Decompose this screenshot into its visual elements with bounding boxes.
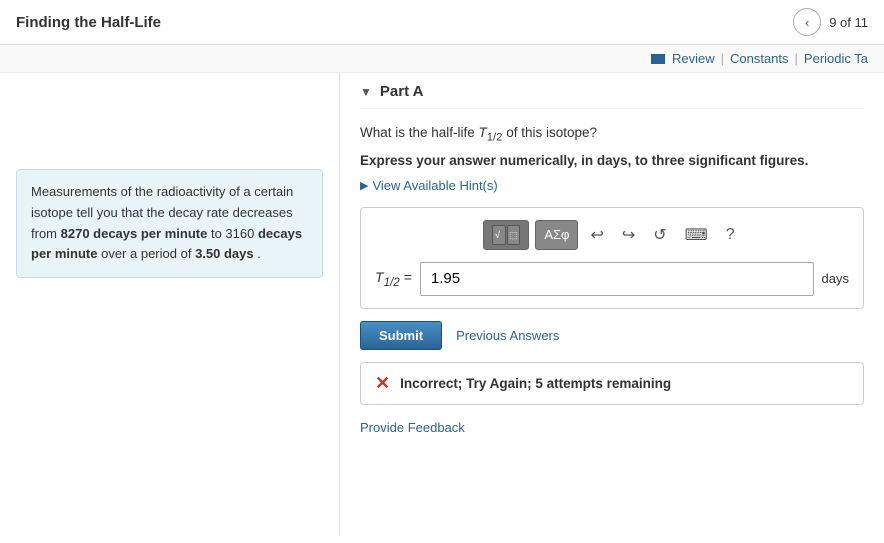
- part-header: ▼ Part A: [360, 73, 864, 109]
- info-bold-3: 3.50 days: [195, 246, 254, 261]
- main-layout: Measurements of the radioactivity of a c…: [0, 73, 884, 536]
- info-box: Measurements of the radioactivity of a c…: [16, 169, 323, 278]
- question-text: What is the half-life T1/2 of this isoto…: [360, 123, 864, 147]
- header-nav: ‹ 9 of 11: [793, 8, 868, 36]
- question-emphasis: Express your answer numerically, in days…: [360, 153, 864, 168]
- review-icon: [651, 54, 665, 64]
- app-header: Finding the Half-Life ‹ 9 of 11: [0, 0, 884, 45]
- left-panel: Measurements of the radioactivity of a c…: [0, 73, 340, 536]
- undo-button[interactable]: ↩: [584, 220, 609, 250]
- math-template-icon: √ ⬚: [492, 225, 520, 245]
- math-template-button[interactable]: √ ⬚: [483, 220, 529, 250]
- reset-button[interactable]: ↺: [647, 220, 672, 250]
- redo-button[interactable]: ↪: [616, 220, 641, 250]
- submit-button[interactable]: Submit: [360, 321, 442, 350]
- symbol-button[interactable]: ΑΣφ: [535, 220, 578, 250]
- submit-row: Submit Previous Answers: [360, 321, 864, 350]
- previous-answers-link[interactable]: Previous Answers: [456, 328, 559, 343]
- info-text-2: to 3160: [211, 226, 254, 241]
- hint-arrow-icon: ▶: [360, 179, 368, 192]
- part-collapse-icon[interactable]: ▼: [360, 85, 372, 99]
- math-toolbar: √ ⬚ ΑΣφ ↩ ↪ ↺ ⌨ ?: [375, 220, 849, 250]
- prev-nav-button[interactable]: ‹: [793, 8, 821, 36]
- info-text-4: .: [257, 246, 261, 261]
- constants-link[interactable]: Constants: [730, 51, 789, 66]
- input-row: T1/2 = days: [375, 262, 849, 296]
- nav-count: 9 of 11: [829, 15, 868, 30]
- right-panel: ▼ Part A What is the half-life T1/2 of t…: [340, 73, 884, 536]
- hint-link[interactable]: ▶ View Available Hint(s): [360, 178, 864, 193]
- review-link[interactable]: Review: [672, 51, 715, 66]
- periodic-table-link[interactable]: Periodic Ta: [804, 51, 868, 66]
- svg-text:⬚: ⬚: [509, 230, 518, 240]
- feedback-link[interactable]: Provide Feedback: [360, 420, 465, 435]
- unit-label: days: [822, 271, 849, 286]
- info-text-3: over a period of: [101, 246, 191, 261]
- svg-text:√: √: [495, 230, 500, 240]
- error-text: Incorrect; Try Again; 5 attempts remaini…: [400, 376, 671, 391]
- answer-box: √ ⬚ ΑΣφ ↩ ↪ ↺ ⌨ ? T1/2 = day: [360, 207, 864, 309]
- error-box: ✕ Incorrect; Try Again; 5 attempts remai…: [360, 362, 864, 405]
- answer-input[interactable]: [420, 262, 814, 296]
- info-bold-1: 8270 decays per minute: [61, 226, 208, 241]
- input-label: T1/2 =: [375, 269, 412, 289]
- top-nav-bar: Review | Constants | Periodic Ta: [0, 45, 884, 73]
- help-button[interactable]: ?: [720, 220, 741, 250]
- error-icon: ✕: [375, 373, 390, 394]
- keyboard-button[interactable]: ⌨: [679, 220, 714, 250]
- part-label: Part A: [380, 83, 424, 100]
- page-title: Finding the Half-Life: [16, 14, 161, 31]
